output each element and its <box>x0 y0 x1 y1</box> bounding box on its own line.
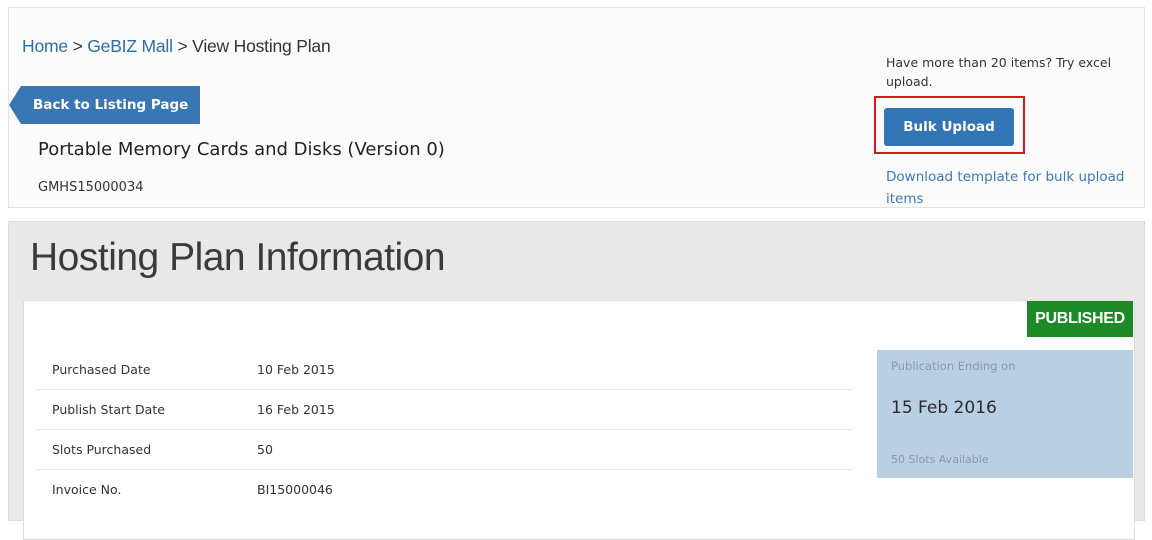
bulk-upload-button[interactable]: Bulk Upload <box>884 108 1014 146</box>
plan-code: GMHS15000034 <box>38 180 144 195</box>
detail-row-slots-purchased: Slots Purchased 50 <box>36 430 851 470</box>
detail-row-publish-start-date: Publish Start Date 16 Feb 2015 <box>36 390 851 430</box>
detail-value: 50 <box>257 442 273 457</box>
detail-value: 16 Feb 2015 <box>257 402 335 417</box>
back-to-listing-button[interactable]: Back to Listing Page <box>8 86 201 124</box>
breadcrumb: Home > GeBIZ Mall > View Hosting Plan <box>22 36 331 57</box>
breadcrumb-gebiz-mall-link[interactable]: GeBIZ Mall <box>87 36 173 56</box>
publication-summary-box: Publication Ending on 15 Feb 2016 50 Slo… <box>877 350 1133 478</box>
plan-title: Portable Memory Cards and Disks (Version… <box>38 139 445 160</box>
plan-details-table: Purchased Date 10 Feb 2015 Publish Start… <box>36 350 851 510</box>
slots-available: 50 Slots Available <box>891 453 989 466</box>
download-template-link[interactable]: Download template for bulk upload items <box>886 166 1136 210</box>
hosting-plan-panel: Hosting Plan Information PUBLISHED Purch… <box>8 221 1145 540</box>
status-badge: PUBLISHED <box>1027 301 1133 337</box>
publication-ending-label: Publication Ending on <box>891 359 1016 373</box>
bulk-upload-hint: Have more than 20 items? Try excel uploa… <box>886 55 1112 89</box>
detail-label: Invoice No. <box>52 482 122 497</box>
detail-label: Purchased Date <box>52 362 151 377</box>
publication-ending-date: 15 Feb 2016 <box>891 398 997 418</box>
breadcrumb-separator: > <box>177 36 188 56</box>
detail-row-purchased-date: Purchased Date 10 Feb 2015 <box>36 350 851 390</box>
detail-value: 10 Feb 2015 <box>257 362 335 377</box>
breadcrumb-current-page: View Hosting Plan <box>192 36 331 56</box>
detail-value: BI15000046 <box>257 482 333 497</box>
detail-label: Slots Purchased <box>52 442 152 457</box>
hosting-plan-heading: Hosting Plan Information <box>30 236 446 279</box>
plan-header-panel: Home > GeBIZ Mall > View Hosting Plan Ba… <box>8 7 1145 208</box>
breadcrumb-separator: > <box>72 36 83 56</box>
breadcrumb-home-link[interactable]: Home <box>22 36 68 56</box>
detail-label: Publish Start Date <box>52 402 165 417</box>
detail-row-invoice-no: Invoice No. BI15000046 <box>36 470 851 510</box>
hosting-plan-card: PUBLISHED Purchased Date 10 Feb 2015 Pub… <box>23 300 1135 540</box>
